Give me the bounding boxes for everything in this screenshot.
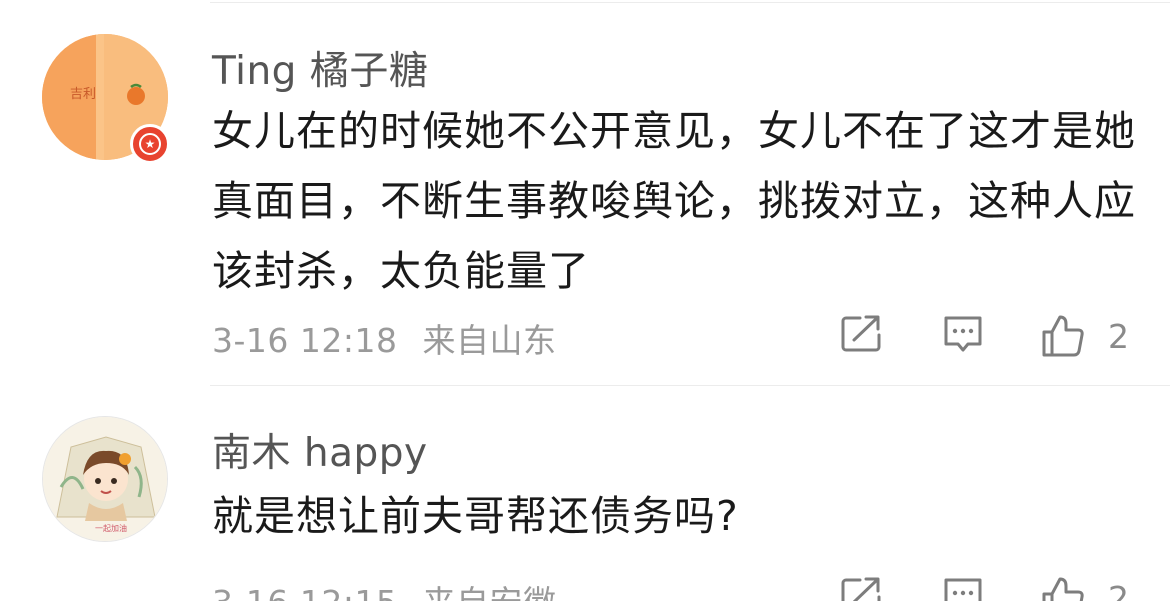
- like-count: 2: [1108, 316, 1129, 356]
- avatar[interactable]: 一起加油: [42, 416, 168, 542]
- comment-username[interactable]: Ting 橘子糖: [212, 40, 428, 96]
- avatar-text: 一起加油: [95, 523, 127, 533]
- comment-time: 3-16 12:18: [212, 321, 398, 360]
- vip-star-badge-icon: ★: [130, 124, 170, 164]
- comment-location: 来自安徽: [423, 583, 557, 601]
- comment-meta: 3-16 12:15 来自安徽: [212, 576, 557, 601]
- share-icon: [841, 315, 881, 352]
- thumbs-up-icon: [1042, 315, 1084, 357]
- share-button[interactable]: [840, 575, 884, 601]
- comment-text: 就是想让前夫哥帮还债务吗?: [212, 492, 739, 540]
- comment-location: 来自山东: [422, 321, 557, 360]
- thumbs-up-icon: [1042, 577, 1084, 601]
- comment-username[interactable]: 南木 happy: [212, 422, 428, 478]
- reply-button[interactable]: [942, 313, 984, 355]
- comment-item: 吉利 ★ Ting 橘子糖 女儿在的时候她不公开意见，女儿不在了这才是她真面目，…: [0, 0, 1170, 385]
- comment-item: 一起加油 南木 happy 就是想让前夫哥帮还债务吗? 3-16 12:15 来…: [0, 386, 1170, 601]
- reply-button[interactable]: [942, 575, 984, 601]
- comment-text: 女儿在的时候她不公开意见，女儿不在了这才是她真面目，不断生事教唆舆论，挑拨对立，…: [212, 107, 1136, 295]
- share-icon: [841, 577, 881, 601]
- like-count: 2: [1108, 578, 1129, 601]
- comment-time: 3-16 12:15: [212, 583, 398, 601]
- like-button[interactable]: 2: [1040, 575, 1129, 601]
- like-button[interactable]: 2: [1040, 313, 1129, 359]
- avatar-cartoon-image: 一起加油: [43, 417, 167, 541]
- share-button[interactable]: [840, 313, 884, 353]
- comment-icon: [944, 316, 982, 352]
- comment-meta: 3-16 12:18 来自山东: [212, 314, 557, 362]
- avatar-text: 吉利: [70, 87, 96, 102]
- comment-icon: [944, 578, 982, 601]
